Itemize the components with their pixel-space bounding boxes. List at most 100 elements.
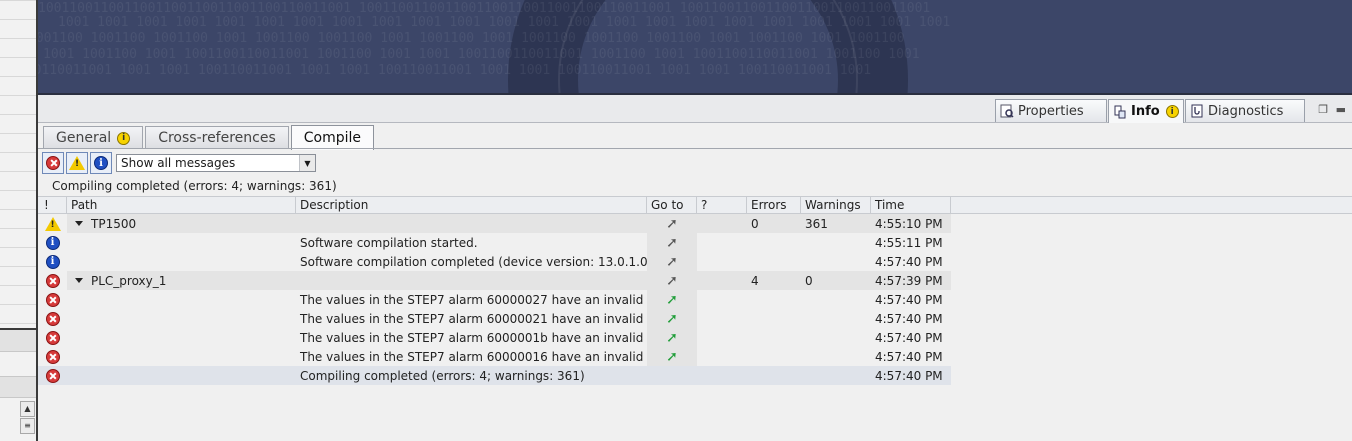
column-header-description[interactable]: Description bbox=[296, 197, 647, 213]
table-row[interactable]: PLC_proxy_1 ➚ 4 0 4:57:39 PM bbox=[38, 271, 1352, 290]
column-header-goto[interactable]: Go to bbox=[647, 197, 697, 213]
time-cell: 4:57:40 PM bbox=[875, 292, 943, 307]
chevron-down-icon[interactable]: ▼ bbox=[299, 155, 315, 171]
show-warnings-button[interactable]: ! bbox=[66, 152, 88, 174]
expand-triangle-icon[interactable] bbox=[75, 221, 83, 226]
path-text: TP1500 bbox=[91, 216, 137, 231]
time-cell: 4:55:11 PM bbox=[875, 235, 943, 250]
table-row[interactable]: The values in the STEP7 alarm 6000001b h… bbox=[38, 328, 1352, 347]
column-header-errors[interactable]: Errors bbox=[747, 197, 801, 213]
column-header-time[interactable]: Time bbox=[871, 197, 951, 213]
severity-cell bbox=[38, 271, 67, 290]
show-info-button[interactable]: i bbox=[90, 152, 112, 174]
path-cell: PLC_proxy_1 bbox=[67, 271, 296, 290]
errors-cell bbox=[747, 328, 801, 347]
error-icon bbox=[45, 311, 60, 326]
banner: 1001100110011001100110011001100110011001… bbox=[38, 0, 1352, 95]
error-icon bbox=[45, 292, 60, 307]
tab-properties[interactable]: Properties bbox=[995, 99, 1107, 122]
description-cell bbox=[296, 214, 647, 233]
goto-arrow-icon[interactable]: ➚ bbox=[666, 216, 678, 232]
tab-general-label: General bbox=[56, 130, 112, 146]
column-header-warnings[interactable]: Warnings bbox=[801, 197, 871, 213]
info-message-icon: i bbox=[94, 156, 108, 170]
goto-arrow-icon[interactable]: ➚ bbox=[666, 330, 678, 346]
help-cell bbox=[697, 252, 747, 271]
goto-cell[interactable]: ➚ bbox=[647, 233, 697, 252]
window-controls[interactable]: ❐ ▬ bbox=[1318, 103, 1348, 116]
warning-icon: ! bbox=[44, 216, 61, 231]
goto-cell[interactable]: ➚ bbox=[647, 271, 697, 290]
goto-arrow-icon[interactable]: ➚ bbox=[666, 311, 678, 327]
show-errors-button[interactable] bbox=[42, 152, 64, 174]
goto-cell[interactable]: ➚ bbox=[647, 290, 697, 309]
table-row[interactable]: ! TP1500 ➚ 0 361 4:55:10 PM bbox=[38, 214, 1352, 233]
help-cell bbox=[697, 366, 747, 385]
time-cell: 4:57:40 PM bbox=[875, 254, 943, 269]
path-cell: TP1500 bbox=[67, 214, 296, 233]
errors-cell: 4 bbox=[747, 271, 801, 290]
table-row[interactable]: i Software compilation started. ➚ 4:55:11 P… bbox=[38, 233, 1352, 252]
properties-icon bbox=[1000, 104, 1014, 118]
diagnostics-icon bbox=[1190, 104, 1204, 118]
goto-arrow-icon[interactable]: ➚ bbox=[666, 349, 678, 365]
table-row[interactable]: i Software compilation completed (device … bbox=[38, 252, 1352, 271]
tab-diagnostics-label: Diagnostics bbox=[1208, 103, 1284, 119]
goto-arrow-icon[interactable]: ➚ bbox=[666, 235, 678, 251]
errors-cell bbox=[747, 252, 801, 271]
help-cell bbox=[697, 347, 747, 366]
compile-messages-table: ! Path Description Go to ? Errors Warnin… bbox=[38, 196, 1352, 385]
scroll-up-icon[interactable]: ▲ bbox=[20, 401, 35, 417]
column-header-path[interactable]: Path bbox=[67, 197, 296, 213]
goto-arrow-icon[interactable]: ➚ bbox=[666, 273, 678, 289]
goto-cell[interactable]: ➚ bbox=[647, 214, 697, 233]
table-row[interactable]: The values in the STEP7 alarm 60000027 h… bbox=[38, 290, 1352, 309]
description-cell: The values in the STEP7 alarm 60000027 h… bbox=[300, 292, 647, 307]
expand-triangle-icon[interactable] bbox=[75, 278, 83, 283]
table-row[interactable]: The values in the STEP7 alarm 60000016 h… bbox=[38, 347, 1352, 366]
severity-cell bbox=[38, 290, 67, 309]
help-cell bbox=[697, 309, 747, 328]
info-icon bbox=[1113, 105, 1127, 119]
tab-compile[interactable]: Compile bbox=[290, 125, 375, 150]
help-cell bbox=[697, 290, 747, 309]
description-cell: Compiling completed (errors: 4; warnings… bbox=[296, 366, 647, 385]
general-info-icon: i bbox=[117, 131, 131, 145]
goto-cell bbox=[647, 366, 697, 385]
column-header-help[interactable]: ? bbox=[697, 197, 747, 213]
warnings-cell bbox=[801, 252, 871, 271]
path-text: PLC_proxy_1 bbox=[91, 273, 167, 288]
error-icon bbox=[45, 330, 60, 345]
goto-cell[interactable]: ➚ bbox=[647, 347, 697, 366]
description-cell: The values in the STEP7 alarm 60000016 h… bbox=[300, 349, 647, 364]
tab-info[interactable]: Info i bbox=[1108, 99, 1184, 123]
goto-cell[interactable]: ➚ bbox=[647, 252, 697, 271]
table-row[interactable]: The values in the STEP7 alarm 60000021 h… bbox=[38, 309, 1352, 328]
tab-general[interactable]: General i bbox=[43, 126, 144, 149]
errors-cell: 0 bbox=[747, 214, 801, 233]
message-filter-select[interactable]: Show all messages ▼ bbox=[116, 154, 316, 172]
path-cell bbox=[67, 290, 296, 309]
errors-cell bbox=[747, 233, 801, 252]
goto-arrow-icon[interactable]: ➚ bbox=[666, 292, 678, 308]
severity-cell: ! bbox=[38, 214, 67, 233]
tab-cross-references[interactable]: Cross-references bbox=[145, 126, 289, 149]
scroll-menu-icon[interactable]: ≡ bbox=[20, 418, 35, 434]
tab-diagnostics[interactable]: Diagnostics bbox=[1185, 99, 1305, 122]
path-cell bbox=[67, 233, 296, 252]
left-pane-header bbox=[0, 330, 36, 352]
column-header-severity[interactable]: ! bbox=[38, 197, 67, 213]
description-cell: Software compilation started. bbox=[300, 235, 478, 250]
warnings-cell bbox=[801, 233, 871, 252]
severity-cell: i bbox=[38, 252, 67, 271]
help-cell bbox=[697, 271, 747, 290]
warnings-cell bbox=[801, 366, 871, 385]
goto-cell[interactable]: ➚ bbox=[647, 328, 697, 347]
goto-arrow-icon[interactable]: ➚ bbox=[666, 254, 678, 270]
error-icon bbox=[45, 368, 60, 383]
table-row[interactable]: Compiling completed (errors: 4; warnings… bbox=[38, 366, 1352, 385]
description-cell: The values in the STEP7 alarm 6000001b h… bbox=[300, 330, 647, 345]
time-cell: 4:57:39 PM bbox=[871, 271, 951, 290]
binary-pattern: 1001 1001100 1001 1001100110011001 10011… bbox=[43, 47, 920, 62]
goto-cell[interactable]: ➚ bbox=[647, 309, 697, 328]
